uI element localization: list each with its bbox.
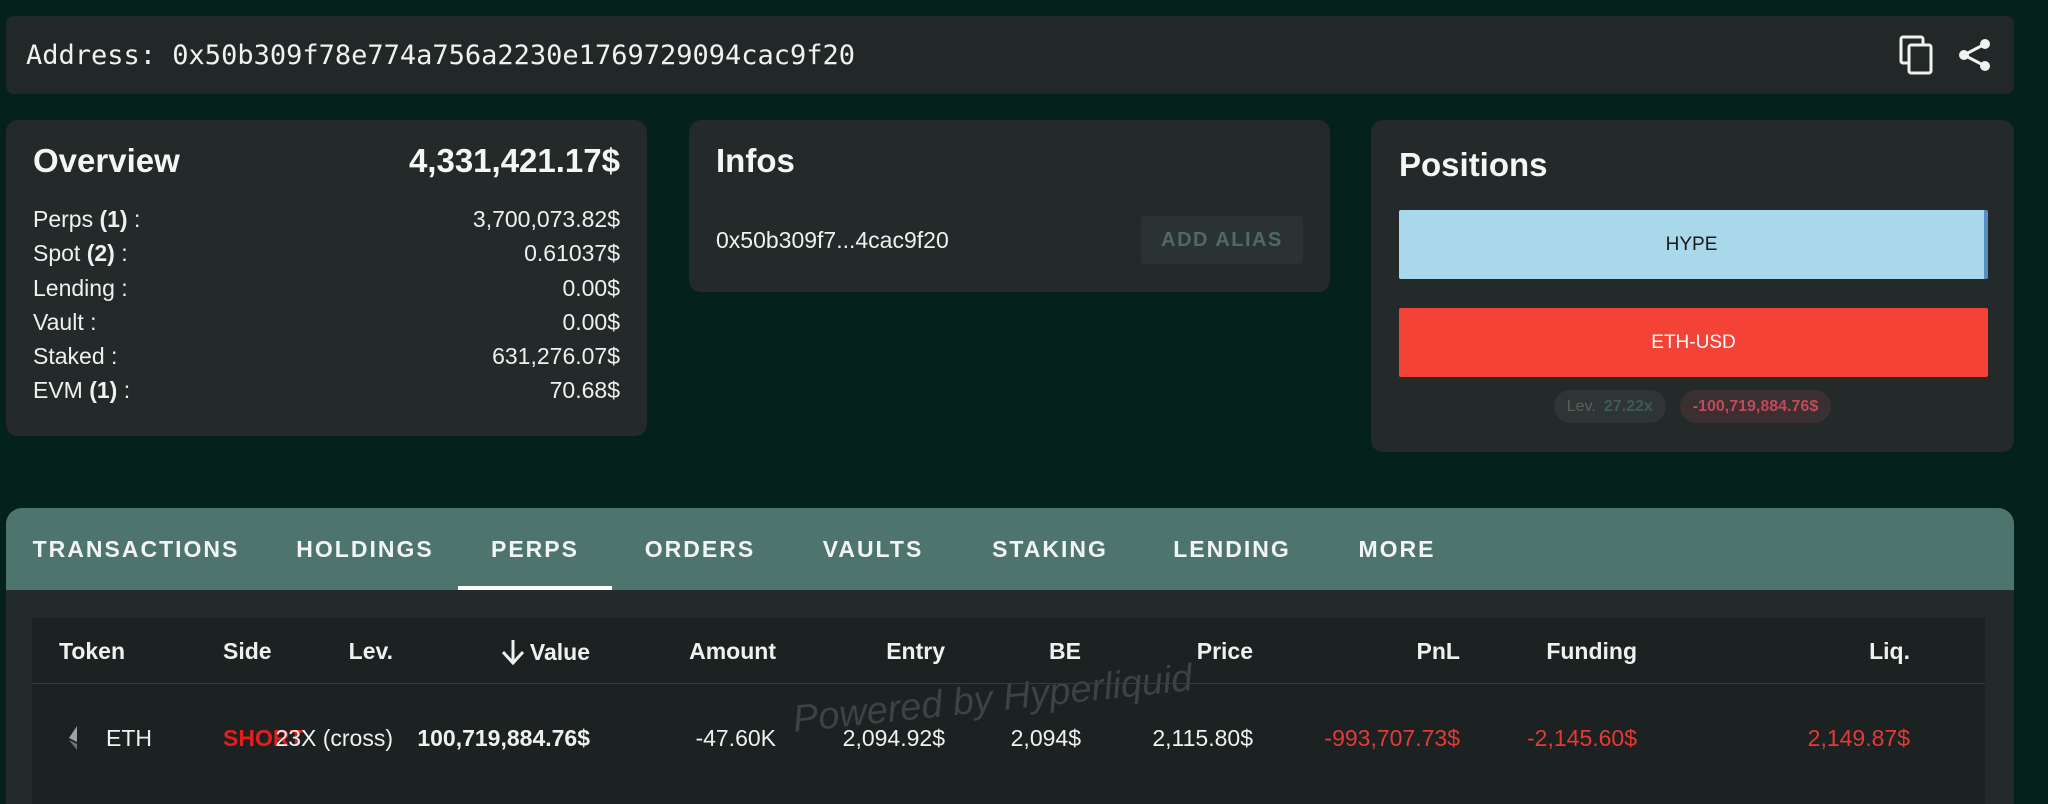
tabs-panel: TRANSACTIONS HOLDINGS PERPS ORDERS VAULT… [6, 508, 2014, 804]
header-pnl[interactable]: PnL [1417, 638, 1460, 665]
short-address: 0x50b309f7...4cac9f20 [716, 226, 949, 253]
overview-value: 631,276.07$ [492, 343, 620, 370]
header-funding[interactable]: Funding [1546, 638, 1637, 665]
header-entry[interactable]: Entry [886, 638, 945, 665]
ethereum-icon [66, 724, 80, 758]
copy-icon[interactable] [1896, 34, 1938, 76]
position-hype-button[interactable]: HYPE [1399, 210, 1988, 279]
token-name: ETH [106, 725, 152, 751]
pnl-badge: -100,719,884.76$ [1679, 390, 1832, 423]
entry-cell: 2,094.92$ [842, 725, 945, 751]
tab-perps[interactable]: PERPS [458, 508, 612, 590]
overview-value: 3,700,073.82$ [472, 206, 620, 232]
funding-cell: -2,145.60$ [1527, 725, 1637, 751]
infos-card: Infos 0x50b309f7...4cac9f20 ADD ALIAS [689, 120, 1330, 292]
leverage-badge: Lev. 27.22x [1553, 390, 1666, 423]
amount-cell: -47.60K [695, 725, 776, 751]
header-value[interactable]: Value [500, 638, 590, 666]
position-eth-usd-button[interactable]: ETH-USD [1399, 308, 1988, 377]
tab-lending[interactable]: LENDING [1142, 508, 1322, 590]
be-cell: 2,094$ [1010, 725, 1081, 751]
tab-transactions[interactable]: TRANSACTIONS [6, 508, 266, 590]
address-bar: Address: 0x50b309f78e774a756a2230e176972… [6, 16, 2014, 94]
value-cell: 100,719,884.76$ [417, 725, 590, 751]
overview-row-lending: Lending : 0.00$ [33, 271, 620, 305]
header-lev[interactable]: Lev. [349, 638, 393, 665]
tab-vaults[interactable]: VAULTS [788, 508, 958, 590]
overview-row-evm: EVM (1) : 70.68$ [33, 373, 620, 407]
header-be[interactable]: BE [1049, 638, 1081, 665]
overview-card: Overview 4,331,421.17$ Perps (1) : 3,700… [6, 120, 647, 436]
liq-cell: 2,149.87$ [1807, 725, 1910, 751]
positions-title: Positions [1399, 146, 1548, 183]
overview-row-perps: Perps (1) : 3,700,073.82$ [33, 202, 620, 236]
table-header: Token Side Lev. Value Amount Entry BE Pr… [32, 618, 1985, 684]
tab-more[interactable]: MORE [1322, 508, 1472, 590]
overview-row-vault: Vault : 0.00$ [33, 305, 620, 339]
address-label: Address: 0x50b309f78e774a756a2230e176972… [26, 39, 856, 71]
overview-row-staked: Staked : 631,276.07$ [33, 339, 620, 373]
overview-value: 0.00$ [562, 274, 620, 301]
overview-total: 4,331,421.17$ [408, 142, 620, 179]
perps-table: Powered by Hyperliquid Token Side Lev. V… [32, 618, 1985, 804]
header-side[interactable]: Side [223, 638, 272, 665]
add-alias-button[interactable]: ADD ALIAS [1141, 216, 1303, 264]
overview-value: 70.68$ [549, 377, 620, 404]
overview-rows: Perps (1) : 3,700,073.82$ Spot (2) : 0.6… [33, 202, 620, 408]
share-icon[interactable] [1954, 34, 1996, 76]
pnl-cell: -993,707.73$ [1324, 725, 1460, 751]
header-token[interactable]: Token [59, 638, 125, 665]
leverage-cell: 23X (cross) [275, 725, 393, 751]
header-liq[interactable]: Liq. [1869, 638, 1910, 665]
overview-row-spot: Spot (2) : 0.61037$ [33, 236, 620, 270]
infos-title: Infos [716, 142, 795, 179]
positions-card: Positions HYPE ETH-USD Lev. 27.22x -100,7… [1371, 120, 2014, 452]
tab-orders[interactable]: ORDERS [612, 508, 788, 590]
header-price[interactable]: Price [1197, 638, 1253, 665]
overview-value: 0.00$ [562, 308, 620, 335]
tab-bar: TRANSACTIONS HOLDINGS PERPS ORDERS VAULT… [6, 508, 2014, 590]
tab-holdings[interactable]: HOLDINGS [266, 508, 464, 590]
overview-value: 0.61037$ [524, 240, 620, 267]
price-cell: 2,115.80$ [1152, 725, 1253, 751]
tab-staking[interactable]: STAKING [958, 508, 1142, 590]
overview-title: Overview [33, 142, 180, 179]
arrow-down-icon [501, 640, 525, 666]
header-amount[interactable]: Amount [689, 638, 776, 665]
